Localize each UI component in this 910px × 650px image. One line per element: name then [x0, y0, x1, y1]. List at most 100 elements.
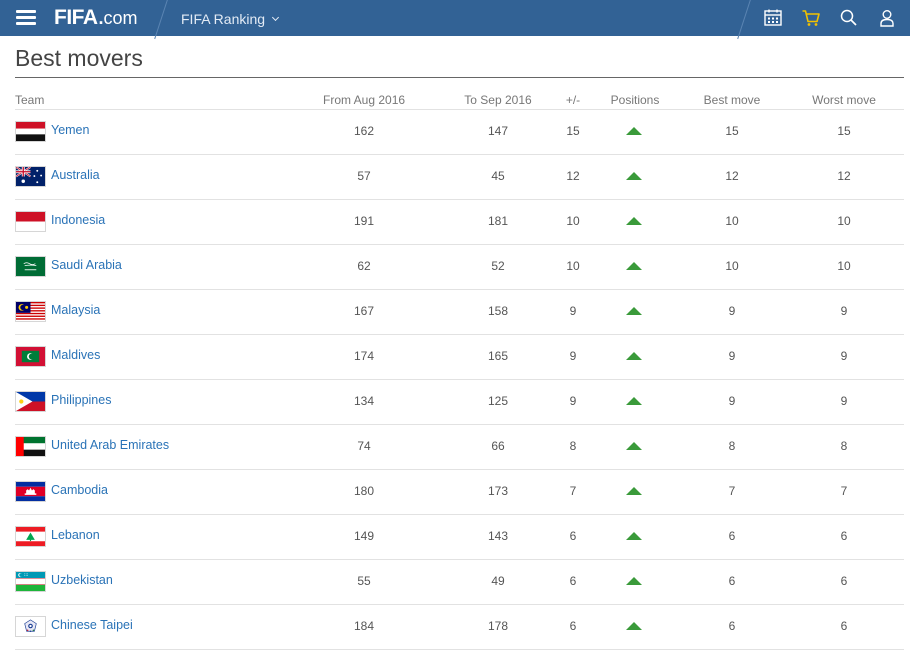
- rank-from: 191: [353, 214, 375, 228]
- column-header-change[interactable]: +/-: [551, 93, 595, 107]
- rank-to: 165: [487, 349, 509, 363]
- header-divider: [154, 0, 169, 40]
- team-link[interactable]: Lebanon: [51, 528, 100, 542]
- table-row: Maldives 174 165 9 9 9: [15, 335, 904, 380]
- cart-icon[interactable]: [801, 8, 821, 28]
- rank-change: 10: [566, 214, 580, 228]
- team-link[interactable]: Cambodia: [51, 483, 108, 497]
- table-row: United Arab Emirates 74 66 8 8 8: [15, 425, 904, 470]
- team-link[interactable]: Malaysia: [51, 303, 100, 317]
- table-row: Malaysia 167 158 9 9 9: [15, 290, 904, 335]
- team-link[interactable]: Yemen: [51, 123, 89, 137]
- flag-chinese-taipei: [15, 616, 46, 637]
- rank-from: 134: [353, 394, 375, 408]
- flag-maldives: [15, 346, 46, 367]
- top-navigation-bar: FIFA.com FIFA Ranking: [0, 0, 910, 40]
- header-divider: [737, 0, 752, 40]
- user-icon[interactable]: [877, 8, 897, 28]
- triangle-up-icon: [626, 397, 642, 405]
- flag-malaysia: [15, 301, 46, 322]
- worst-move: 6: [840, 619, 848, 633]
- best-move: 10: [725, 214, 739, 228]
- triangle-up-icon: [626, 172, 642, 180]
- triangle-up-icon: [626, 442, 642, 450]
- rank-change: 12: [566, 169, 580, 183]
- triangle-up-icon: [626, 532, 642, 540]
- flag-philippines: [15, 391, 46, 412]
- rank-from: 57: [357, 169, 371, 183]
- best-move: 8: [728, 439, 736, 453]
- best-move: 6: [728, 529, 736, 543]
- team-link[interactable]: Philippines: [51, 393, 111, 407]
- column-header-from[interactable]: From Aug 2016: [323, 93, 405, 107]
- worst-move: 12: [837, 169, 851, 183]
- rank-change: 15: [566, 124, 580, 138]
- section-label: FIFA Ranking: [181, 11, 266, 27]
- page-title: Best movers: [15, 45, 143, 71]
- rank-from: 62: [357, 259, 371, 273]
- table-row: Lebanon 149 143 6 6 6: [15, 515, 904, 560]
- triangle-up-icon: [626, 217, 642, 225]
- rank-change: 9: [569, 394, 577, 408]
- flag-australia: [15, 166, 46, 187]
- search-icon[interactable]: [839, 8, 859, 28]
- team-link[interactable]: Chinese Taipei: [51, 618, 133, 632]
- rank-to: 125: [487, 394, 509, 408]
- rank-change: 10: [566, 259, 580, 273]
- column-header-team[interactable]: Team: [15, 93, 44, 107]
- column-header-best-move[interactable]: Best move: [691, 93, 773, 107]
- rank-to: 158: [487, 304, 509, 318]
- rank-from: 180: [353, 484, 375, 498]
- best-move: 15: [725, 124, 739, 138]
- chevron-down-icon: [272, 13, 280, 22]
- worst-move: 6: [840, 574, 848, 588]
- team-link[interactable]: Indonesia: [51, 213, 105, 227]
- best-move: 7: [728, 484, 736, 498]
- best-move: 12: [725, 169, 739, 183]
- rank-to: 178: [487, 619, 509, 633]
- best-move: 6: [728, 574, 736, 588]
- rank-from: 55: [357, 574, 371, 588]
- team-link[interactable]: United Arab Emirates: [51, 438, 169, 452]
- rank-change: 7: [569, 484, 577, 498]
- team-link[interactable]: Maldives: [51, 348, 100, 362]
- calendar-icon[interactable]: [763, 8, 783, 28]
- rank-change: 6: [569, 574, 577, 588]
- rank-change: 8: [569, 439, 577, 453]
- rank-change: 9: [569, 349, 577, 363]
- rank-to: 147: [487, 124, 509, 138]
- worst-move: 10: [837, 214, 851, 228]
- rank-to: 173: [487, 484, 509, 498]
- best-movers-table: Team From Aug 2016 To Sep 2016 +/- Posit…: [15, 86, 904, 650]
- worst-move: 9: [840, 394, 848, 408]
- rank-change: 9: [569, 304, 577, 318]
- fifa-logo[interactable]: FIFA.com: [54, 6, 138, 30]
- triangle-up-icon: [626, 577, 642, 585]
- flag-indonesia: [15, 211, 46, 232]
- best-move: 10: [725, 259, 739, 273]
- worst-move: 10: [837, 259, 851, 273]
- flag-saudi-arabia: [15, 256, 46, 277]
- flag-united-arab-emirates: [15, 436, 46, 457]
- worst-move: 9: [840, 349, 848, 363]
- table-row: Saudi Arabia 62 52 10 10 10: [15, 245, 904, 290]
- column-header-worst-move[interactable]: Worst move: [803, 93, 885, 107]
- worst-move: 6: [840, 529, 848, 543]
- team-link[interactable]: Saudi Arabia: [51, 258, 122, 272]
- rank-change: 6: [569, 619, 577, 633]
- section-dropdown[interactable]: FIFA Ranking: [181, 11, 280, 27]
- table-header: Team From Aug 2016 To Sep 2016 +/- Posit…: [15, 86, 904, 110]
- triangle-up-icon: [626, 127, 642, 135]
- column-header-positions[interactable]: Positions: [600, 93, 670, 107]
- rank-to: 143: [487, 529, 509, 543]
- rank-to: 45: [491, 169, 505, 183]
- column-header-to[interactable]: To Sep 2016: [457, 93, 539, 107]
- team-link[interactable]: Uzbekistan: [51, 573, 113, 587]
- rank-from: 174: [353, 349, 375, 363]
- rank-change: 6: [569, 529, 577, 543]
- rank-to: 181: [487, 214, 509, 228]
- hamburger-icon[interactable]: [16, 10, 36, 26]
- triangle-up-icon: [626, 622, 642, 630]
- team-link[interactable]: Australia: [51, 168, 100, 182]
- table-row: Chinese Taipei 184 178 6 6 6: [15, 605, 904, 650]
